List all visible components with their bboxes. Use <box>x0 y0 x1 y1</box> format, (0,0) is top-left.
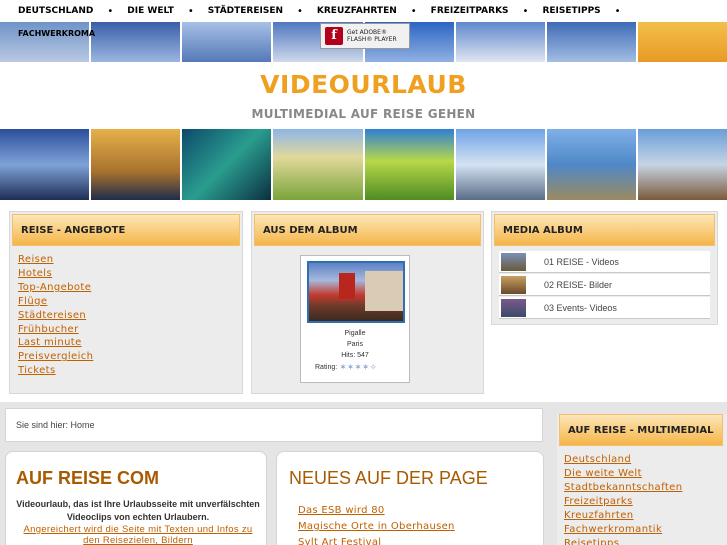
banner-image <box>91 129 181 200</box>
link-fruehbucher[interactable]: Frühbucher <box>18 323 242 337</box>
rating-star-icon[interactable]: ✧ <box>369 362 377 372</box>
banner-image <box>0 22 90 62</box>
media-item-label: 03 Events- Videos <box>544 302 617 313</box>
nav-deutschland[interactable]: DEUTSCHLAND <box>18 6 93 16</box>
media-thumbnail <box>501 252 526 271</box>
moulin-rouge-shape <box>339 273 355 299</box>
album-rating: Rating: ✶✶✶✶✧ <box>315 362 377 373</box>
banner-image <box>546 22 636 62</box>
header-image-strip <box>0 129 727 200</box>
auf-reise-multimedial-box: AUF REISE - MULTIMEDIAL Deutschland Die … <box>557 414 727 545</box>
aus-dem-album-heading: AUS DEM ALBUM <box>254 214 481 246</box>
media-item[interactable]: 03 Events- Videos <box>499 297 710 319</box>
link-top-angebote[interactable]: Top-Angebote <box>18 281 242 295</box>
rating-label: Rating: <box>315 364 338 371</box>
nav-separator: • <box>107 5 114 17</box>
news-link[interactable]: Sylt Art Festival <box>298 535 455 545</box>
auf-reise-com-text: Videourlaub, das ist Ihre Urlaubsseite m… <box>16 498 260 545</box>
page: DEUTSCHLAND • DIE WELT • STÄDTEREISEN • … <box>0 0 727 545</box>
get-flash-player-button[interactable]: f Get ADOBE® FLASH® PLAYER <box>320 23 410 49</box>
nav-fachwerkromantik[interactable]: FACHWERKROMA <box>18 29 95 38</box>
banner-image <box>182 22 272 62</box>
nav-separator: • <box>410 5 417 17</box>
media-item[interactable]: 02 REISE- Bilder <box>499 274 710 296</box>
link-preisvergleich[interactable]: Preisvergleich <box>18 350 242 364</box>
multimedial-links: Deutschland Die weite Welt Stadtbekannts… <box>557 446 727 545</box>
media-album-box: MEDIA ALBUM 01 REISE - Videos 02 REISE- … <box>491 211 718 325</box>
flash-logo-icon: f <box>325 27 343 45</box>
album-hits: Hits: 547 <box>341 352 369 359</box>
reise-angebote-links: Reisen Hotels Top-Angebote Flüge Städter… <box>10 248 242 378</box>
media-item-label: 02 REISE- Bilder <box>544 279 613 290</box>
main-menu: DEUTSCHLAND • DIE WELT • STÄDTEREISEN • … <box>0 0 727 22</box>
auf-reise-com-box: AUF REISE COM Videourlaub, das ist Ihre … <box>5 451 267 545</box>
rating-stars: ✶✶✶✶✧ <box>339 362 377 373</box>
media-album-heading: MEDIA ALBUM <box>494 214 715 246</box>
news-link[interactable]: Magische Orte in Oberhausen <box>298 519 455 535</box>
media-item-label: 01 REISE - Videos <box>544 256 619 267</box>
link-reisen[interactable]: Reisen <box>18 253 242 267</box>
media-item[interactable]: 01 REISE - Videos <box>499 251 710 273</box>
neues-links: Das ESB wird 80 Magische Orte in Oberhau… <box>298 503 455 545</box>
news-link[interactable]: Das ESB wird 80 <box>298 503 455 519</box>
nav-freizeitparks[interactable]: FREIZEITPARKS <box>431 6 509 16</box>
nav-separator: • <box>297 5 303 17</box>
link-kreuzfahrten[interactable]: Kreuzfahrten <box>564 509 727 523</box>
link-fachwerkromantik[interactable]: Fachwerkromantik <box>564 523 727 537</box>
link-die-weite-welt[interactable]: Die weite Welt <box>564 467 727 481</box>
link-stadtbekanntschaften[interactable]: Stadtbekanntschaften <box>564 481 727 495</box>
media-thumbnail <box>501 275 526 294</box>
nav-separator: • <box>187 5 194 17</box>
nav-die-welt[interactable]: DIE WELT <box>127 6 174 16</box>
rating-star-icon[interactable]: ✶ <box>354 362 362 372</box>
link-freizeitparks[interactable]: Freizeitparks <box>564 495 727 509</box>
album-card[interactable]: Pigalle Paris Hits: 547 Rating: ✶✶✶✶✧ <box>300 255 410 383</box>
neues-box: NEUES AUF DER PAGE Das ESB wird 80 Magis… <box>276 451 544 545</box>
link-fluege[interactable]: Flüge <box>18 295 242 309</box>
nav-reisetipps[interactable]: REISETIPPS <box>542 6 600 16</box>
album-caption: Pigalle Paris Hits: 547 <box>301 328 409 361</box>
rating-star-icon[interactable]: ✶ <box>339 362 347 372</box>
auf-reise-com-title: AUF REISE COM <box>16 468 160 488</box>
banner-image <box>0 129 90 200</box>
reise-angebote-box: REISE - ANGEBOTE Reisen Hotels Top-Angeb… <box>9 211 243 394</box>
link-deutschland[interactable]: Deutschland <box>564 453 727 467</box>
flash-badge-text: Get ADOBE® FLASH® PLAYER <box>347 29 397 43</box>
auf-reise-multimedial-heading: AUF REISE - MULTIMEDIAL <box>559 414 723 446</box>
banner-image <box>637 129 727 200</box>
link-staedtereisen[interactable]: Städtereisen <box>18 309 242 323</box>
intro-text: Videourlaub, das ist Ihre Urlaubsseite m… <box>16 499 260 522</box>
flash-badge-line1: Get ADOBE® <box>347 29 387 36</box>
breadcrumb: Sie sind hier: Home <box>5 408 543 442</box>
album-photo[interactable] <box>307 261 405 323</box>
building-shape <box>365 271 403 311</box>
nav-kreuzfahrten[interactable]: KREUZFAHRTEN <box>317 6 397 16</box>
link-hotels[interactable]: Hotels <box>18 267 242 281</box>
link-reisetipps[interactable]: Reisetipps <box>564 537 727 545</box>
link-last-minute[interactable]: Last minute <box>18 336 242 350</box>
site-subtitle: MULTIMEDIAL AUF REISE GEHEN <box>251 107 476 121</box>
site-title: VIDEOURLAUB <box>260 70 467 99</box>
link-tickets[interactable]: Tickets <box>18 364 242 378</box>
banner-image <box>455 22 545 62</box>
nav-separator: • <box>614 5 621 17</box>
reise-angebote-heading: REISE - ANGEBOTE <box>12 214 240 246</box>
media-thumbnail <box>501 298 526 317</box>
nav-staedtereisen[interactable]: STÄDTEREISEN <box>208 6 283 16</box>
banner-image <box>546 129 636 200</box>
banner-image <box>91 22 181 62</box>
banner-image <box>182 129 272 200</box>
banner-image <box>637 22 727 62</box>
nav-separator: • <box>522 5 529 17</box>
flash-badge-line2: FLASH® PLAYER <box>347 36 397 43</box>
album-photo-title: Pigalle <box>344 330 366 337</box>
banner-image <box>364 129 454 200</box>
neues-title: NEUES AUF DER PAGE <box>289 468 488 488</box>
album-photo-location: Paris <box>347 341 363 348</box>
banner-image <box>273 129 363 200</box>
aus-dem-album-box: AUS DEM ALBUM Pigalle Paris Hits: 547 Ra… <box>251 211 484 394</box>
banner-image <box>455 129 545 200</box>
intro-link[interactable]: Angereichert wird die Seite mit Texten u… <box>16 524 260 545</box>
top-navigation: DEUTSCHLAND • DIE WELT • STÄDTEREISEN • … <box>0 0 727 62</box>
